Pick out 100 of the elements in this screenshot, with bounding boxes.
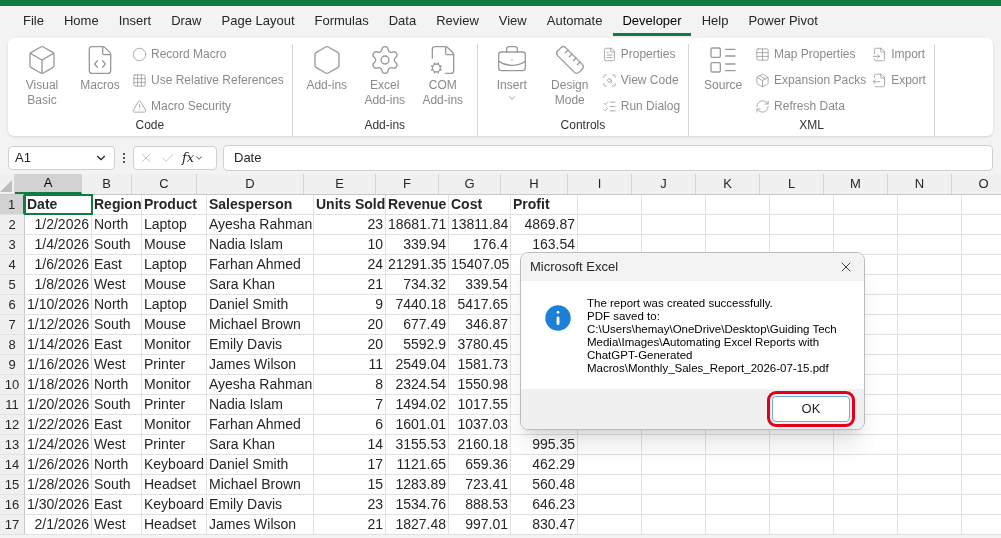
- table-cell: West: [92, 515, 142, 534]
- table-cell: 339.54: [449, 275, 511, 294]
- menu-tab[interactable]: Home: [54, 8, 108, 36]
- export-icon: [872, 72, 888, 88]
- ribbon-button[interactable]: Export: [872, 70, 926, 90]
- row-header[interactable]: 11: [0, 395, 25, 414]
- table-cell: 1/22/2026: [25, 415, 92, 434]
- ribbon-button[interactable]: Import: [872, 44, 926, 64]
- table-cell: East: [92, 335, 142, 354]
- table-cell: 1/26/2026: [25, 455, 92, 474]
- ribbon-button[interactable]: Macro Security: [132, 96, 284, 116]
- row-header[interactable]: 4: [0, 255, 25, 274]
- warning-icon: [132, 98, 147, 114]
- table-cell: 830.47: [511, 515, 578, 534]
- ribbon-button[interactable]: Visual Basic: [16, 44, 68, 116]
- row-header[interactable]: 3: [0, 235, 25, 254]
- ribbon-button[interactable]: Macros: [74, 44, 126, 116]
- menu-tab[interactable]: Draw: [162, 8, 211, 36]
- row-header[interactable]: 2: [0, 215, 25, 234]
- cubes-icon: [26, 44, 58, 76]
- row-header[interactable]: 10: [0, 375, 25, 394]
- menu-tab[interactable]: Data: [379, 8, 426, 36]
- table-cell: Printer: [142, 395, 207, 414]
- table-cell: 23: [314, 495, 386, 514]
- menu-tab[interactable]: Formulas: [305, 8, 378, 36]
- column-header[interactable]: I: [568, 174, 632, 194]
- table-cell: Laptop: [142, 255, 207, 274]
- column-header[interactable]: F: [376, 174, 439, 194]
- table-cell: Nadia Islam: [207, 235, 314, 254]
- row-header[interactable]: 6: [0, 295, 25, 314]
- row-header[interactable]: 8: [0, 335, 25, 354]
- ribbon-button[interactable]: Add-ins: [300, 44, 353, 116]
- row-header[interactable]: 12: [0, 415, 25, 434]
- table-cell: 1121.65: [386, 455, 449, 474]
- column-header[interactable]: E: [304, 174, 376, 194]
- column-header[interactable]: M: [824, 174, 888, 194]
- row-header[interactable]: 13: [0, 435, 25, 454]
- column-header[interactable]: C: [132, 174, 197, 194]
- table-cell: 9: [314, 295, 386, 314]
- ribbon-button[interactable]: View Code: [601, 70, 681, 90]
- ribbon-button[interactable]: Excel Add-ins: [358, 44, 411, 116]
- table-cell: Salesperson: [207, 195, 314, 214]
- table-cell: 1/18/2026: [25, 375, 92, 394]
- row-header[interactable]: 9: [0, 355, 25, 374]
- ribbon-button[interactable]: Source: [697, 44, 750, 116]
- formula-field[interactable]: Date: [223, 145, 993, 171]
- menu-tab[interactable]: Review: [427, 8, 488, 36]
- menu-tab[interactable]: File: [14, 8, 53, 36]
- ribbon-button[interactable]: Run Dialog: [601, 96, 681, 116]
- row-header[interactable]: 15: [0, 475, 25, 494]
- table-cell: 2160.18: [449, 435, 511, 454]
- table-cell: Profit: [511, 195, 578, 214]
- ribbon-button[interactable]: Record Macro: [132, 44, 284, 64]
- group-label: Add-ins: [363, 117, 407, 134]
- row-header[interactable]: 5: [0, 275, 25, 294]
- menu-tab[interactable]: Insert: [109, 8, 161, 36]
- column-header[interactable]: N: [888, 174, 952, 194]
- row-header[interactable]: 17: [0, 515, 25, 534]
- table-cell: 888.53: [449, 495, 511, 514]
- column-header[interactable]: L: [760, 174, 824, 194]
- ribbon-button[interactable]: Design Mode: [543, 44, 596, 116]
- column-header[interactable]: B: [82, 174, 132, 194]
- ribbon-button[interactable]: Properties: [601, 44, 681, 64]
- table-cell: 21: [314, 515, 386, 534]
- menu-tab[interactable]: Help: [692, 8, 738, 36]
- table-cell: 1581.73: [449, 355, 511, 374]
- menu-tab[interactable]: Page Layout: [212, 8, 304, 36]
- menu-tab[interactable]: Power Pivot: [739, 8, 827, 36]
- column-header[interactable]: O: [952, 174, 1001, 194]
- table-cell: 24: [314, 255, 386, 274]
- ribbon-button[interactable]: Use Relative References: [132, 70, 284, 90]
- ribbon-button[interactable]: Insert: [485, 44, 538, 116]
- menu-tab[interactable]: View: [489, 8, 536, 36]
- ribbon-button[interactable]: Refresh Data: [755, 96, 867, 116]
- ribbon-button[interactable]: Map Properties: [755, 44, 867, 64]
- row-header[interactable]: 7: [0, 315, 25, 334]
- table-icon: [755, 46, 771, 62]
- menu-tab[interactable]: Automate: [537, 8, 612, 36]
- column-header[interactable]: K: [696, 174, 760, 194]
- row-header[interactable]: 1: [0, 195, 25, 214]
- column-header[interactable]: H: [501, 174, 568, 194]
- name-box[interactable]: A1: [8, 146, 115, 170]
- table-cell: Printer: [142, 355, 207, 374]
- table-cell: 1/28/2026: [25, 475, 92, 494]
- row-header[interactable]: 14: [0, 455, 25, 474]
- table-cell: 8: [314, 375, 386, 394]
- column-header[interactable]: D: [197, 174, 304, 194]
- table-cell: 997.01: [449, 515, 511, 534]
- ribbon-button[interactable]: Expansion Packs: [755, 70, 867, 90]
- column-header[interactable]: J: [632, 174, 696, 194]
- table-cell: South: [92, 395, 142, 414]
- column-header[interactable]: G: [439, 174, 501, 194]
- table-cell: 4869.87: [511, 215, 578, 234]
- table-cell: Printer: [142, 435, 207, 454]
- table-cell: 15407.05: [449, 255, 511, 274]
- column-header[interactable]: A: [15, 174, 82, 194]
- table-cell: Product: [142, 195, 207, 214]
- table-cell: Headset: [142, 475, 207, 494]
- row-header[interactable]: 16: [0, 495, 25, 514]
- ribbon-button[interactable]: COM Add-ins: [416, 44, 469, 116]
